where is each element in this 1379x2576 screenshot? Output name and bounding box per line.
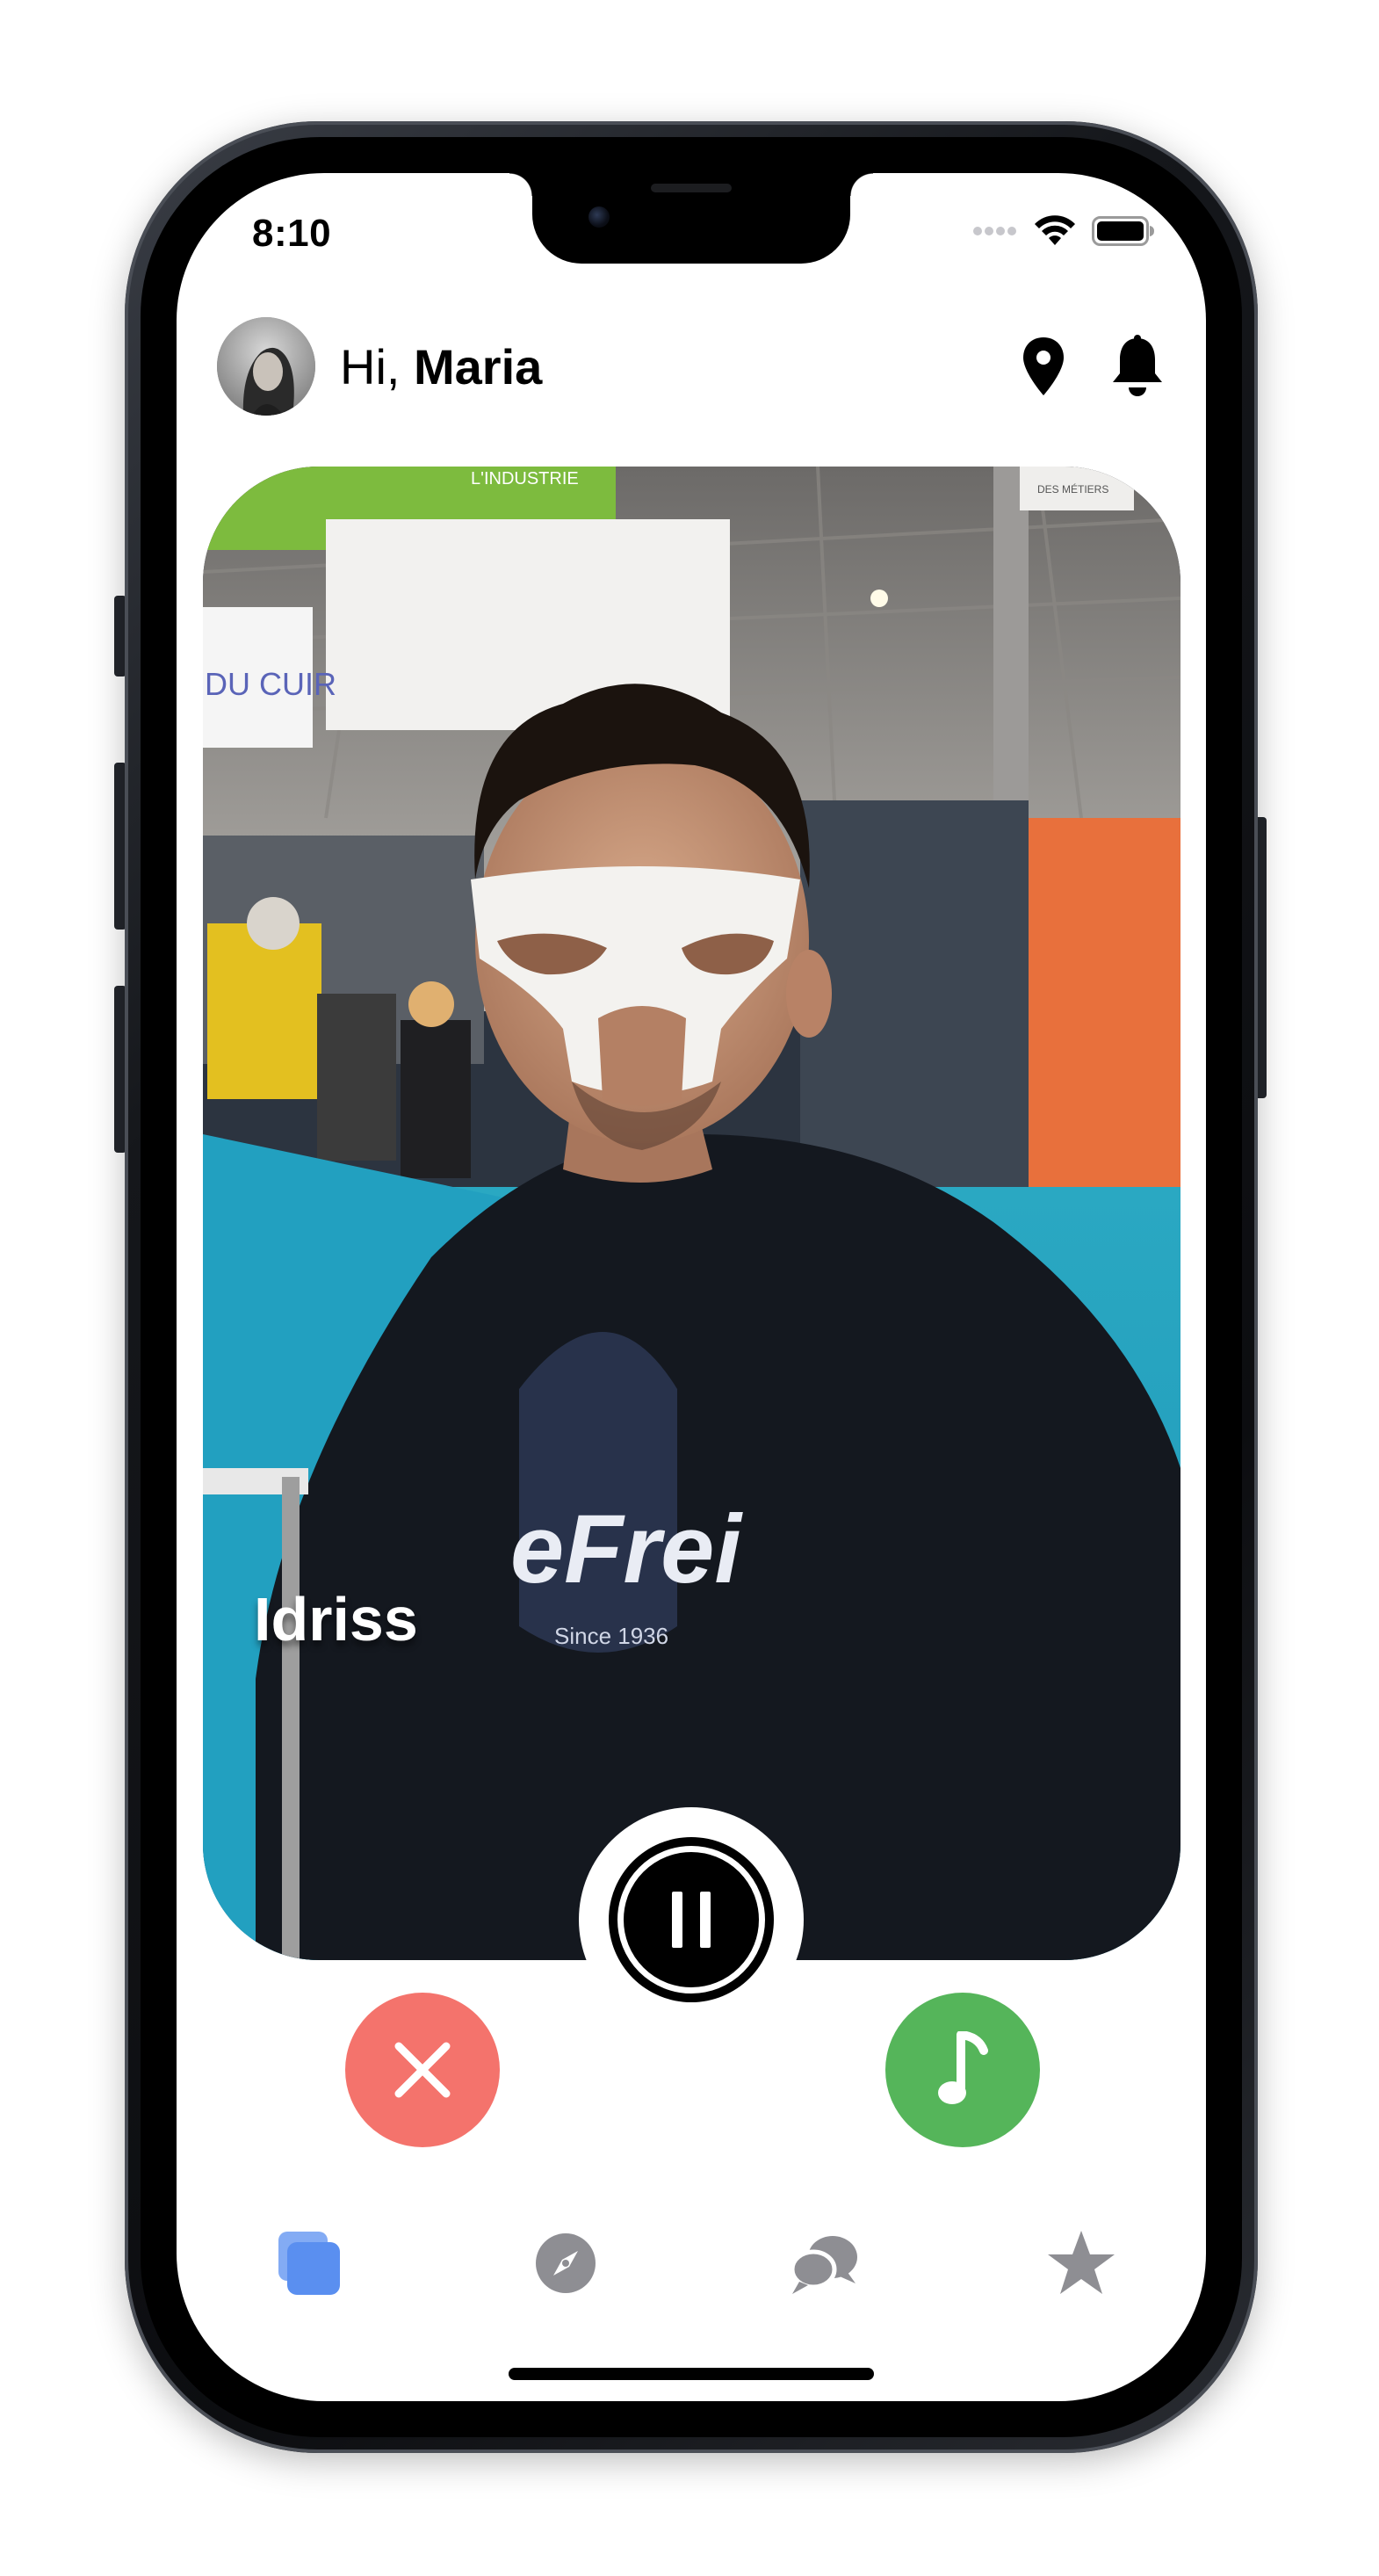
chat-bubbles-icon: [790, 2236, 857, 2294]
compass-icon: [536, 2233, 596, 2293]
earpiece-speaker: [651, 184, 732, 192]
shirt-logo-text: eFrei: [510, 1495, 743, 1603]
profile-name: Idriss: [254, 1585, 418, 1653]
phone-frame: 8:10 Hi, Maria L'INDUSTRIE DU CUIR DES M…: [125, 121, 1258, 2453]
tab-messages[interactable]: [784, 2224, 863, 2303]
tab-cards[interactable]: [269, 2224, 348, 2303]
signal-dots-icon: [973, 227, 1016, 235]
greeting-prefix: Hi,: [340, 338, 401, 394]
profile-photo: L'INDUSTRIE DU CUIR DES MÉTIERS eFrei Si…: [203, 467, 1180, 1960]
device-mockup: 8:10 Hi, Maria L'INDUSTRIE DU CUIR DES M…: [0, 0, 1379, 2576]
status-time: 8:10: [252, 212, 332, 255]
header-actions: [1022, 335, 1166, 398]
playback-control: [579, 1807, 804, 2032]
pause-button[interactable]: [609, 1837, 774, 2002]
close-icon: [394, 2042, 451, 2098]
battery-icon: [1092, 216, 1154, 246]
bell-icon[interactable]: [1109, 335, 1166, 398]
banner-text: L'INDUSTRIE: [471, 469, 579, 488]
right-sign-text: DES MÉTIERS: [1037, 482, 1108, 496]
notch: [509, 173, 873, 264]
avatar-photo: [217, 317, 315, 416]
app-screen: 8:10 Hi, Maria L'INDUSTRIE DU CUIR DES M…: [177, 173, 1206, 2401]
avatar[interactable]: [217, 317, 315, 416]
music-note-icon: [938, 2031, 988, 2104]
location-pin-icon[interactable]: [1022, 336, 1065, 397]
tab-discover[interactable]: [526, 2224, 605, 2303]
stack-cards-icon: [278, 2232, 340, 2295]
front-camera: [588, 206, 610, 228]
left-sign-text: DU CUIR: [205, 666, 336, 702]
dislike-button[interactable]: [345, 1993, 500, 2147]
profile-card[interactable]: L'INDUSTRIE DU CUIR DES MÉTIERS eFrei Si…: [203, 467, 1180, 1960]
like-button[interactable]: [885, 1993, 1040, 2147]
wifi-icon: [1035, 215, 1075, 245]
home-indicator[interactable]: [509, 2368, 874, 2380]
app-header: Hi, Maria: [217, 317, 1166, 416]
user-name: Maria: [414, 338, 543, 394]
shirt-since-text: Since 1936: [554, 1623, 668, 1649]
greeting: Hi, Maria: [340, 338, 542, 395]
star-icon: [1048, 2231, 1115, 2294]
status-indicators: [972, 212, 1155, 250]
tab-favorites[interactable]: [1042, 2224, 1121, 2303]
